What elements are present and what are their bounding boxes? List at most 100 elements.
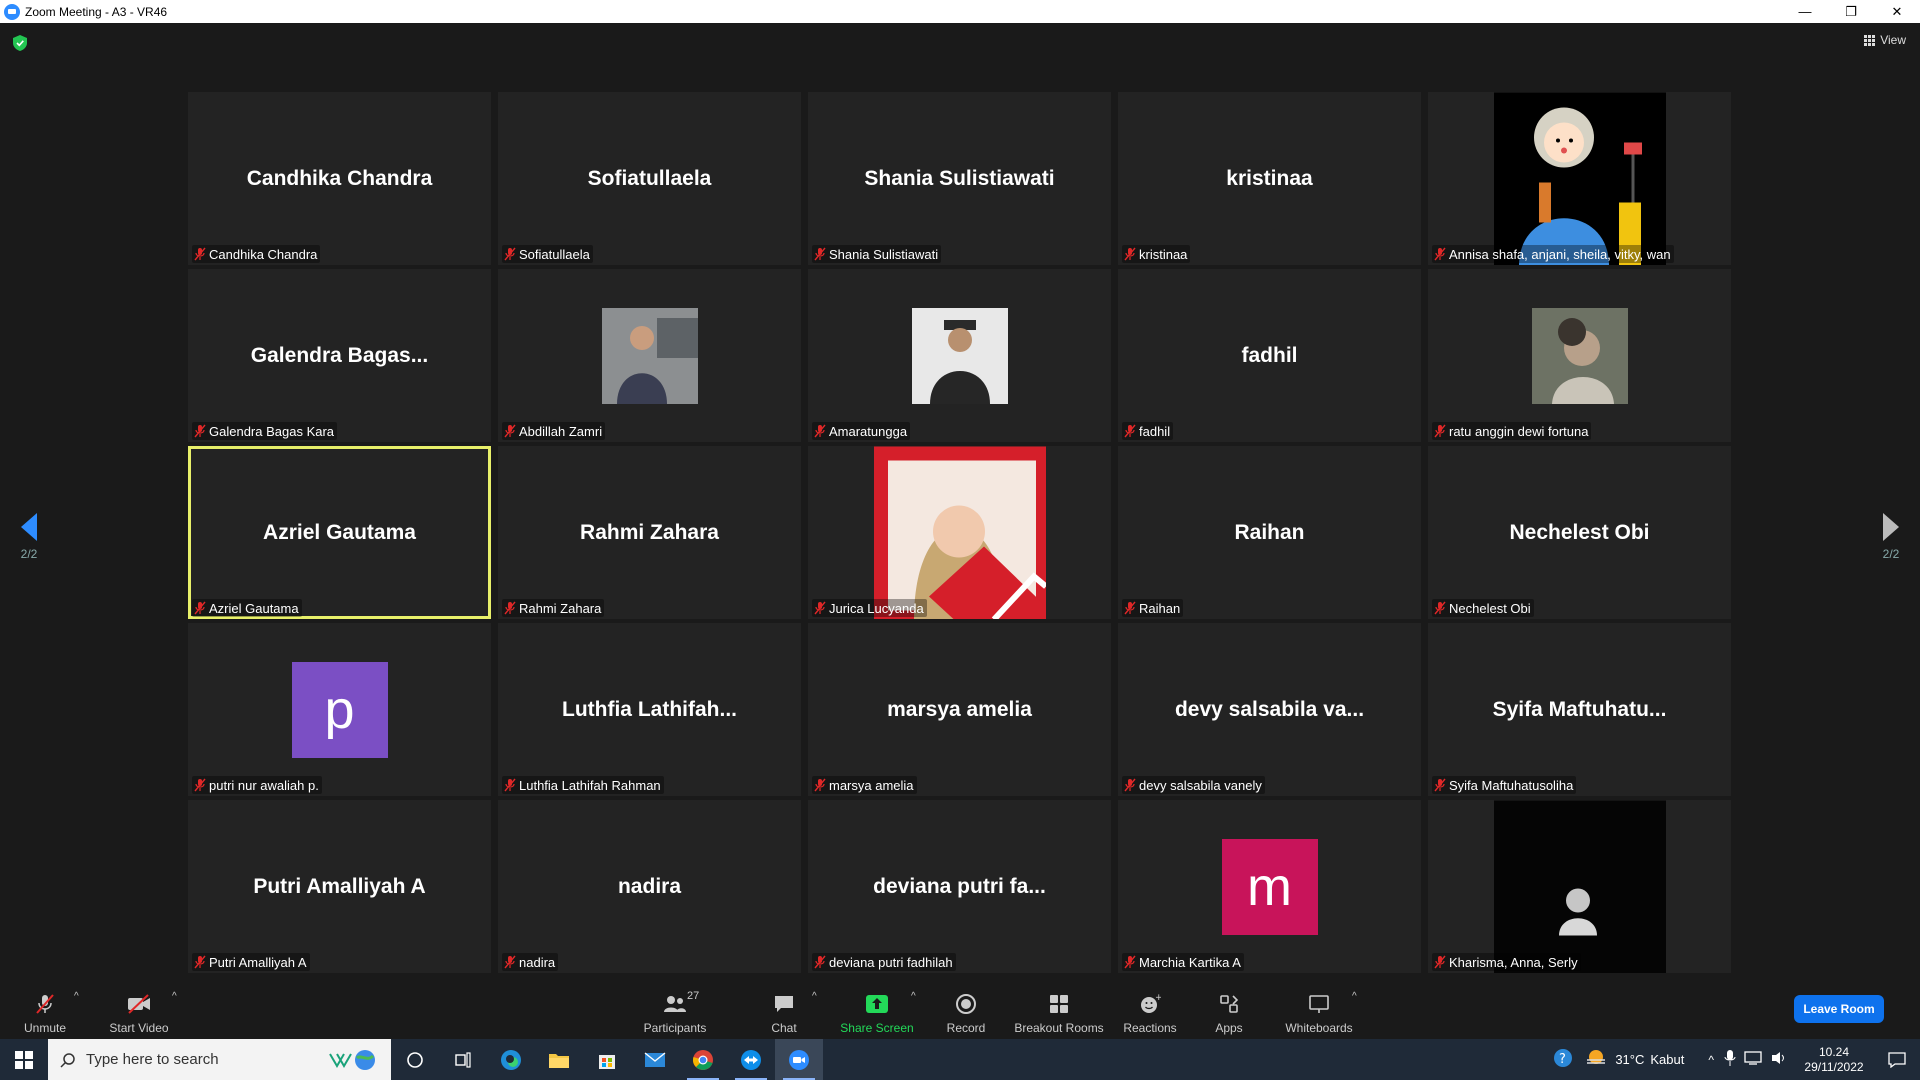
participant-tile[interactable]: Rahmi Zahara Rahmi Zahara bbox=[498, 446, 801, 619]
windows-taskbar: Type here to search ? 31°C Kabut ^ 10.24… bbox=[0, 1039, 1920, 1080]
participant-tile[interactable]: m Marchia Kartika A bbox=[1118, 800, 1421, 973]
teamviewer-taskbar-button[interactable] bbox=[727, 1039, 775, 1080]
store-taskbar-button[interactable] bbox=[583, 1039, 631, 1080]
whiteboard-icon bbox=[1306, 993, 1332, 1015]
participant-name-label: Sofiatullaela bbox=[519, 246, 590, 262]
clock[interactable]: 10.24 29/11/2022 bbox=[1794, 1045, 1874, 1075]
minimize-button[interactable]: — bbox=[1782, 0, 1828, 23]
participant-tile[interactable]: kristinaa kristinaa bbox=[1118, 92, 1421, 265]
breakout-rooms-label: Breakout Rooms bbox=[1014, 1021, 1104, 1035]
participant-tile[interactable]: Raihan Raihan bbox=[1118, 446, 1421, 619]
participant-tile[interactable]: Sofiatullaela Sofiatullaela bbox=[498, 92, 801, 265]
participant-nametag: Candhika Chandra bbox=[192, 245, 321, 263]
network-icon[interactable] bbox=[1744, 1050, 1762, 1069]
participant-tile[interactable]: fadhil fadhil bbox=[1118, 269, 1421, 442]
participant-tile[interactable]: deviana putri fa... deviana putri fadhila… bbox=[808, 800, 1111, 973]
participant-tile[interactable]: Candhika Chandra Candhika Chandra bbox=[188, 92, 491, 265]
muted-microphone-icon bbox=[1434, 955, 1446, 969]
whiteboards-button[interactable]: Whiteboards bbox=[1284, 980, 1354, 1039]
search-placeholder: Type here to search bbox=[86, 1051, 219, 1068]
participant-tile[interactable]: Azriel Gautama Azriel Gautama bbox=[188, 446, 491, 619]
help-icon[interactable]: ? bbox=[1553, 1048, 1573, 1071]
muted-microphone-icon bbox=[194, 424, 206, 438]
record-button[interactable]: Record bbox=[946, 980, 986, 1039]
participant-nametag: Galendra Bagas Kara bbox=[192, 422, 338, 440]
muted-microphone-icon bbox=[504, 601, 516, 615]
participants-count: 27 bbox=[687, 990, 700, 1002]
microphone-icon[interactable] bbox=[1724, 1049, 1736, 1070]
weather-desc[interactable]: Kabut bbox=[1650, 1052, 1684, 1067]
video-options-caret[interactable]: ^ bbox=[172, 991, 177, 1002]
participant-tile[interactable]: Amaratungga bbox=[808, 269, 1111, 442]
participant-tile[interactable]: marsya amelia marsya amelia bbox=[808, 623, 1111, 796]
participant-nametag: deviana putri fadhilah bbox=[812, 953, 956, 971]
participant-tile[interactable]: ratu anggin dewi fortuna bbox=[1428, 269, 1731, 442]
view-button[interactable]: View bbox=[1864, 33, 1906, 47]
participant-avatar-image bbox=[601, 307, 698, 404]
volume-icon[interactable] bbox=[1770, 1050, 1788, 1069]
participant-display-name: Nechelest Obi bbox=[1509, 520, 1650, 544]
clock-time: 10.24 bbox=[1818, 1044, 1850, 1059]
participant-tile[interactable]: Kharisma, Anna, Serly bbox=[1428, 800, 1731, 973]
participant-tile[interactable]: Nechelest Obi Nechelest Obi bbox=[1428, 446, 1731, 619]
show-hidden-icons-chevron-icon[interactable]: ^ bbox=[1708, 1053, 1714, 1067]
taskbar-search-box[interactable]: Type here to search bbox=[48, 1039, 391, 1080]
zoom-taskbar-button[interactable] bbox=[775, 1039, 823, 1080]
participant-tile[interactable]: Luthfia Lathifah... Luthfia Lathifah Rahm… bbox=[498, 623, 801, 796]
participant-name-label: Annisa shafa, anjani, sheila, vitky, wan bbox=[1449, 246, 1671, 262]
participant-display-name: Sofiatullaela bbox=[587, 166, 712, 190]
muted-microphone-icon bbox=[1124, 955, 1136, 969]
chat-options-caret[interactable]: ^ bbox=[812, 991, 817, 1002]
cortana-button[interactable] bbox=[391, 1039, 439, 1080]
participant-name-label: deviana putri fadhilah bbox=[829, 954, 953, 970]
previous-page-button[interactable]: 2/2 bbox=[9, 513, 49, 561]
next-page-button[interactable]: 2/2 bbox=[1871, 513, 1911, 561]
participants-button[interactable]: 27 Participants bbox=[640, 980, 710, 1039]
start-video-button[interactable]: Start Video bbox=[106, 980, 172, 1039]
reactions-button[interactable]: + Reactions bbox=[1122, 980, 1178, 1039]
muted-microphone-icon bbox=[814, 424, 826, 438]
participant-tile[interactable]: Abdillah Zamri bbox=[498, 269, 801, 442]
folder-icon bbox=[549, 1053, 569, 1068]
participant-tile[interactable]: Putri Amalliyah A Putri Amalliyah A bbox=[188, 800, 491, 973]
participant-tile[interactable]: Syifa Maftuhatu... Syifa Maftuhatusoliha bbox=[1428, 623, 1731, 796]
participant-tile[interactable]: p putri nur awaliah p. bbox=[188, 623, 491, 796]
participant-display-name: Azriel Gautama bbox=[263, 520, 416, 544]
participant-nametag: marsya amelia bbox=[812, 776, 917, 794]
chrome-browser-icon bbox=[693, 1049, 713, 1070]
unmute-button[interactable]: Unmute bbox=[20, 980, 70, 1039]
breakout-rooms-button[interactable]: Breakout Rooms bbox=[1014, 980, 1104, 1039]
muted-microphone-icon bbox=[504, 955, 516, 969]
notifications-icon[interactable] bbox=[1874, 1051, 1920, 1068]
participant-tile[interactable]: Annisa shafa, anjani, sheila, vitky, wan bbox=[1428, 92, 1731, 265]
audio-options-caret[interactable]: ^ bbox=[74, 991, 79, 1002]
participant-tile[interactable]: Galendra Bagas... Galendra Bagas Kara bbox=[188, 269, 491, 442]
participant-nametag: Syifa Maftuhatusoliha bbox=[1432, 776, 1577, 794]
participant-nametag: Shania Sulistiawati bbox=[812, 245, 942, 263]
whiteboards-options-caret[interactable]: ^ bbox=[1352, 991, 1357, 1002]
apps-button[interactable]: Apps bbox=[1212, 980, 1246, 1039]
file-explorer-taskbar-button[interactable] bbox=[535, 1039, 583, 1080]
security-shield-icon[interactable] bbox=[13, 35, 27, 51]
mail-taskbar-button[interactable] bbox=[631, 1039, 679, 1080]
participant-name-label: Putri Amalliyah A bbox=[209, 954, 307, 970]
weather-temp[interactable]: 31°C bbox=[1615, 1052, 1644, 1067]
participants-label: Participants bbox=[643, 1021, 707, 1035]
task-view-button[interactable] bbox=[439, 1039, 487, 1080]
share-options-caret[interactable]: ^ bbox=[911, 991, 916, 1002]
chrome-taskbar-button[interactable] bbox=[679, 1039, 727, 1080]
edge-taskbar-button[interactable] bbox=[487, 1039, 535, 1080]
close-button[interactable]: ✕ bbox=[1874, 0, 1920, 23]
participant-tile[interactable]: devy salsabila va... devy salsabila vanel… bbox=[1118, 623, 1421, 796]
participant-tile[interactable]: Jurica Lucyanda bbox=[808, 446, 1111, 619]
restore-button[interactable]: ❐ bbox=[1828, 0, 1874, 23]
share-screen-button[interactable]: Share Screen bbox=[840, 980, 914, 1039]
store-bag-icon bbox=[599, 1054, 615, 1069]
leave-room-button[interactable]: Leave Room bbox=[1794, 995, 1884, 1023]
participant-tile[interactable]: Shania Sulistiawati Shania Sulistiawati bbox=[808, 92, 1111, 265]
chat-button[interactable]: Chat bbox=[766, 980, 802, 1039]
system-tray: ? 31°C Kabut ^ 10.24 29/11/2022 bbox=[1553, 1039, 1920, 1080]
participant-tile[interactable]: nadira nadira bbox=[498, 800, 801, 973]
weather-icon[interactable] bbox=[1585, 1048, 1607, 1071]
start-button[interactable] bbox=[0, 1039, 48, 1080]
